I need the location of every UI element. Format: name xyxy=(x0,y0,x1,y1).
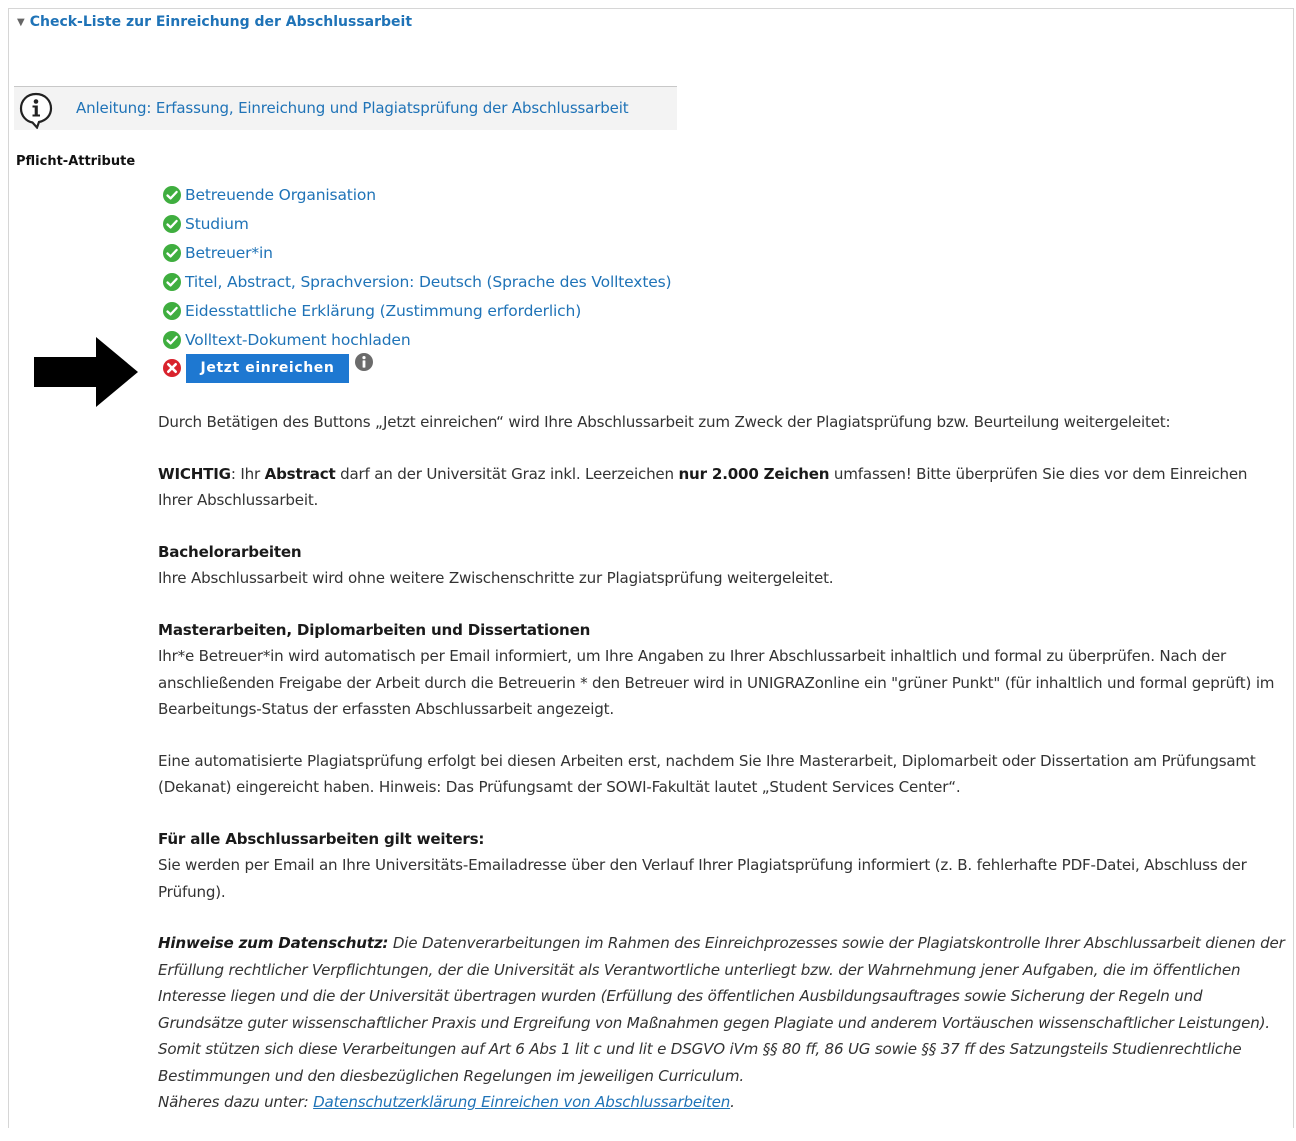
checklist-link-betreuer[interactable]: Betreuer*in xyxy=(185,244,273,262)
auto-plagiat-text: Eine automatisierte Plagiatsprüfung erfo… xyxy=(158,751,1256,797)
privacy-end: . xyxy=(730,1093,735,1111)
abstract-term: Abstract xyxy=(264,464,336,483)
checklist-item: Betreuer*in xyxy=(162,238,671,267)
check-circle-icon xyxy=(163,330,181,349)
checklist-link-titel[interactable]: Titel, Abstract, Sprachversion: Deutsch … xyxy=(185,273,672,291)
checklist-link-organisation[interactable]: Betreuende Organisation xyxy=(185,186,376,204)
section-title: Check-Liste zur Einreichung der Abschlus… xyxy=(29,14,413,30)
all-paragraph: Für alle Abschlussarbeiten gilt weiters:… xyxy=(158,826,1286,906)
jetzt-einreichen-button[interactable]: Jetzt einreichen xyxy=(186,353,349,383)
check-circle-icon xyxy=(163,243,181,262)
info-circle-icon[interactable] xyxy=(354,352,374,372)
checklist-item: Titel, Abstract, Sprachversion: Deutsch … xyxy=(162,267,672,296)
all-heading: Für alle Abschlussarbeiten gilt weiters: xyxy=(158,829,485,848)
error-x-icon xyxy=(163,359,181,377)
triangle-down-icon: ▼ xyxy=(17,17,25,28)
checklist-item: Eidesstattliche Erklärung (Zustimmung er… xyxy=(162,296,671,325)
privacy-more: Näheres dazu unter: xyxy=(158,1093,314,1111)
zeichen-limit: nur 2.000 Zeichen xyxy=(678,464,830,483)
checklist-link-studium[interactable]: Studium xyxy=(185,215,249,233)
privacy-paragraph: Hinweise zum Datenschutz: Die Datenverar… xyxy=(158,930,1286,1116)
wichtig-text-2: darf an der Universität Graz inkl. Leerz… xyxy=(335,464,679,483)
privacy-text: Die Datenverarbeitungen im Rahmen des Ei… xyxy=(158,934,1285,1085)
checklist: Betreuende Organisation Studium Betreuer… xyxy=(162,180,672,354)
intro-text: Durch Betätigen des Buttons „Jetzt einre… xyxy=(158,413,1171,431)
master-heading: Masterarbeiten, Diplomarbeiten und Disse… xyxy=(158,620,591,639)
bachelor-paragraph: Bachelorarbeiten Ihre Abschlussarbeit wir… xyxy=(158,539,1286,592)
pflicht-attribute-label: Pflicht-Attribute xyxy=(16,154,136,169)
check-circle-icon xyxy=(163,185,181,204)
wichtig-paragraph: WICHTIG: Ihr Abstract darf an der Univer… xyxy=(158,461,1286,514)
all-text: Sie werden per Email an Ihre Universität… xyxy=(158,856,1247,901)
check-circle-icon xyxy=(163,272,181,291)
info-speech-icon xyxy=(19,92,53,129)
arrow-right-icon xyxy=(34,337,138,407)
checklist-item: Studium xyxy=(162,209,671,238)
checklist-item: Volltext-Dokument hochladen xyxy=(162,325,671,354)
content-body: Durch Betätigen des Buttons „Jetzt einre… xyxy=(158,409,1286,1141)
anleitung-link[interactable]: Anleitung: Erfassung, Einreichung und Pl… xyxy=(76,99,629,117)
datenschutz-link[interactable]: Datenschutzerklärung Einreichen von Absc… xyxy=(313,1093,730,1111)
checklist-item: Betreuende Organisation xyxy=(162,180,671,209)
checklist-link-eidesstattliche[interactable]: Eidesstattliche Erklärung (Zustimmung er… xyxy=(185,302,581,320)
wichtig-label: WICHTIG xyxy=(158,464,231,483)
master-paragraph: Masterarbeiten, Diplomarbeiten und Disse… xyxy=(158,617,1286,723)
master-text: Ihr*e Betreuer*in wird automatisch per E… xyxy=(158,647,1275,718)
wichtig-text-1: : Ihr xyxy=(230,464,265,483)
check-circle-icon xyxy=(163,214,181,233)
bachelor-text: Ihre Abschlussarbeit wird ohne weitere Z… xyxy=(158,569,834,587)
privacy-label: Hinweise zum Datenschutz: xyxy=(158,934,389,952)
check-circle-icon xyxy=(163,301,181,320)
submit-row: Jetzt einreichen xyxy=(162,352,374,384)
checklist-link-volltext[interactable]: Volltext-Dokument hochladen xyxy=(185,331,411,349)
section-header[interactable]: ▼ Check-Liste zur Einreichung der Abschlu… xyxy=(17,14,412,30)
bachelor-heading: Bachelorarbeiten xyxy=(158,542,302,561)
info-box: Anleitung: Erfassung, Einreichung und Pl… xyxy=(14,86,677,130)
